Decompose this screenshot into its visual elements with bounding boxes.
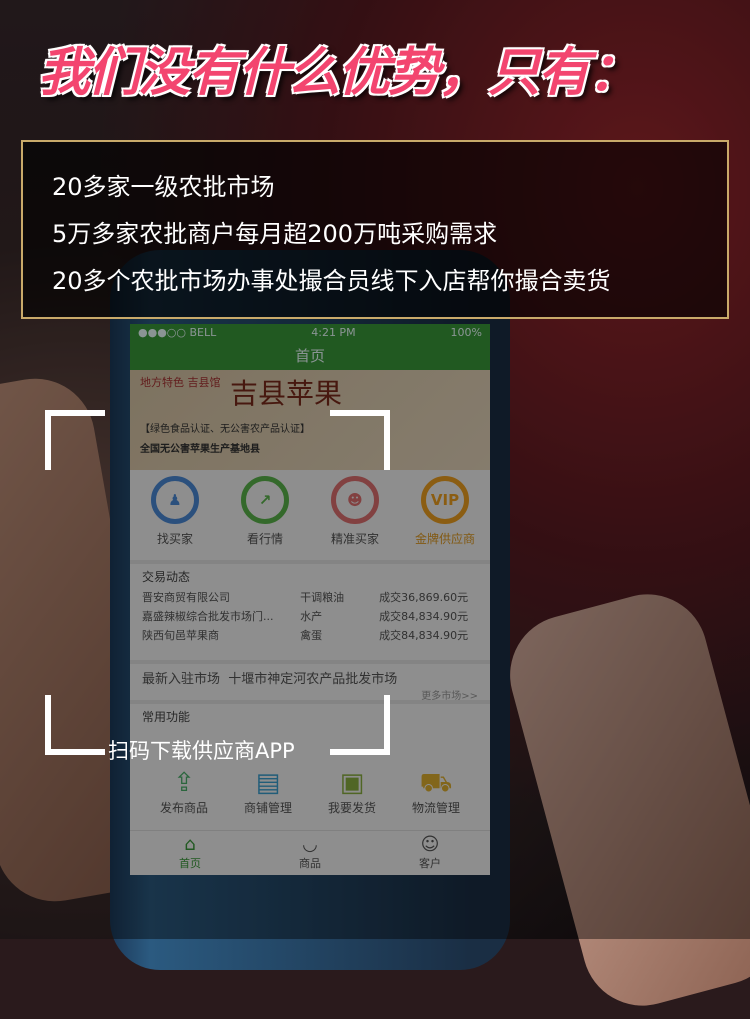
qr-frame-top-left [45, 410, 105, 470]
qr-frame-bottom-left [45, 695, 105, 755]
scan-caption: 扫码下载供应商APP [108, 739, 295, 763]
qr-frame-bottom-right [330, 695, 390, 755]
advantages-box: 20多家一级农批市场 5万多家农批商户每月超200万吨采购需求 20多个农批市场… [21, 140, 729, 319]
advantage-2: 5万多家农批商户每月超200万吨采购需求 [52, 220, 498, 248]
headline: 我们没有什么优势，只有： [38, 43, 640, 103]
qr-frame-top-right [330, 410, 390, 470]
advantage-3: 20多个农批市场办事处撮合员线下入店帮你撮合卖货 [52, 267, 611, 295]
advantage-1: 20多家一级农批市场 [52, 173, 275, 201]
